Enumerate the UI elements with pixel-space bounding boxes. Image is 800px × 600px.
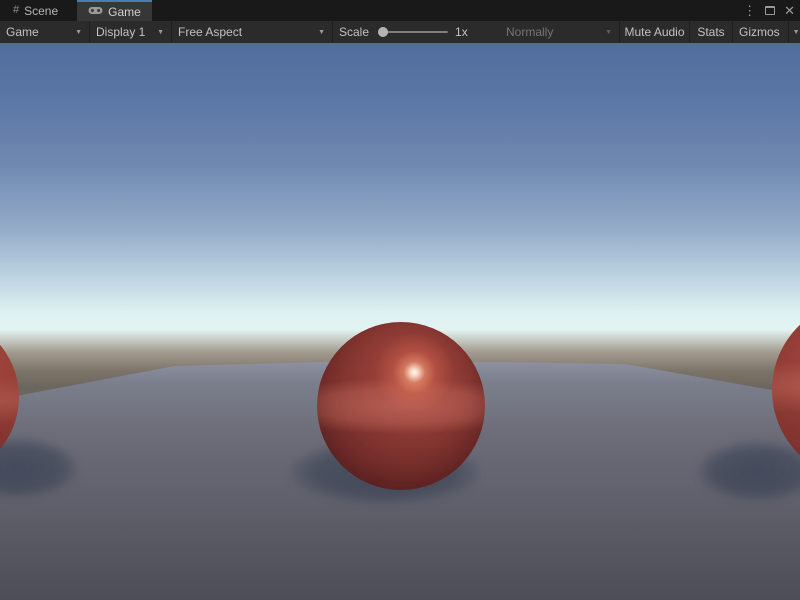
mute-audio-label: Mute Audio [622, 25, 686, 39]
gamepad-icon [88, 6, 103, 18]
scale-slider[interactable] [378, 26, 448, 38]
display-dropdown[interactable]: Display 1 ▼ [90, 21, 172, 43]
tab-scene[interactable]: # Scene [2, 0, 69, 21]
game-view-mode-label: Game [4, 25, 41, 39]
stats-button[interactable]: Stats [690, 21, 733, 43]
chevron-down-icon: ▼ [602, 29, 615, 36]
close-icon[interactable]: ✕ [784, 4, 795, 17]
sky-gradient [0, 43, 800, 335]
aspect-ratio-dropdown[interactable]: Free Aspect ▼ [172, 21, 333, 43]
scale-value: 1x [455, 25, 468, 39]
red-sphere-center [317, 322, 485, 490]
chevron-down-icon: ▼ [788, 21, 800, 43]
maximize-on-play-label: Normally [504, 25, 555, 39]
mute-audio-button[interactable]: Mute Audio [620, 21, 690, 43]
tab-bar: # Scene Game ⋮ ✕ [0, 0, 800, 21]
tab-game[interactable]: Game [77, 0, 152, 21]
gizmos-dropdown[interactable]: Gizmos ▼ [733, 21, 800, 43]
chevron-down-icon: ▼ [315, 29, 328, 36]
maximize-on-play-dropdown[interactable]: Normally ▼ [500, 21, 620, 43]
aspect-ratio-label: Free Aspect [176, 25, 244, 39]
tab-scene-label: Scene [24, 4, 58, 18]
scale-label: Scale [337, 25, 371, 39]
chevron-down-icon: ▼ [154, 29, 167, 36]
display-label: Display 1 [94, 25, 147, 39]
game-view-mode-dropdown[interactable]: Game ▼ [0, 21, 90, 43]
maximize-icon[interactable] [765, 6, 775, 15]
tab-game-label: Game [108, 5, 141, 19]
game-view-toolbar: Game ▼ Display 1 ▼ Free Aspect ▼ Scale 1… [0, 21, 800, 43]
scale-slider-knob[interactable] [378, 27, 388, 37]
more-options-icon[interactable]: ⋮ [743, 4, 756, 17]
scene-grid-icon: # [13, 5, 19, 16]
scale-slider-track[interactable] [378, 31, 448, 33]
scale-control: Scale 1x [333, 21, 500, 43]
gizmos-label: Gizmos [737, 25, 782, 39]
window-controls: ⋮ ✕ [743, 0, 795, 21]
chevron-down-icon: ▼ [72, 29, 85, 36]
game-render-viewport[interactable] [0, 43, 800, 600]
unity-game-view-window: # Scene Game ⋮ ✕ Game ▼ Display 1 ▼ Free… [0, 0, 800, 600]
stats-label: Stats [695, 25, 726, 39]
